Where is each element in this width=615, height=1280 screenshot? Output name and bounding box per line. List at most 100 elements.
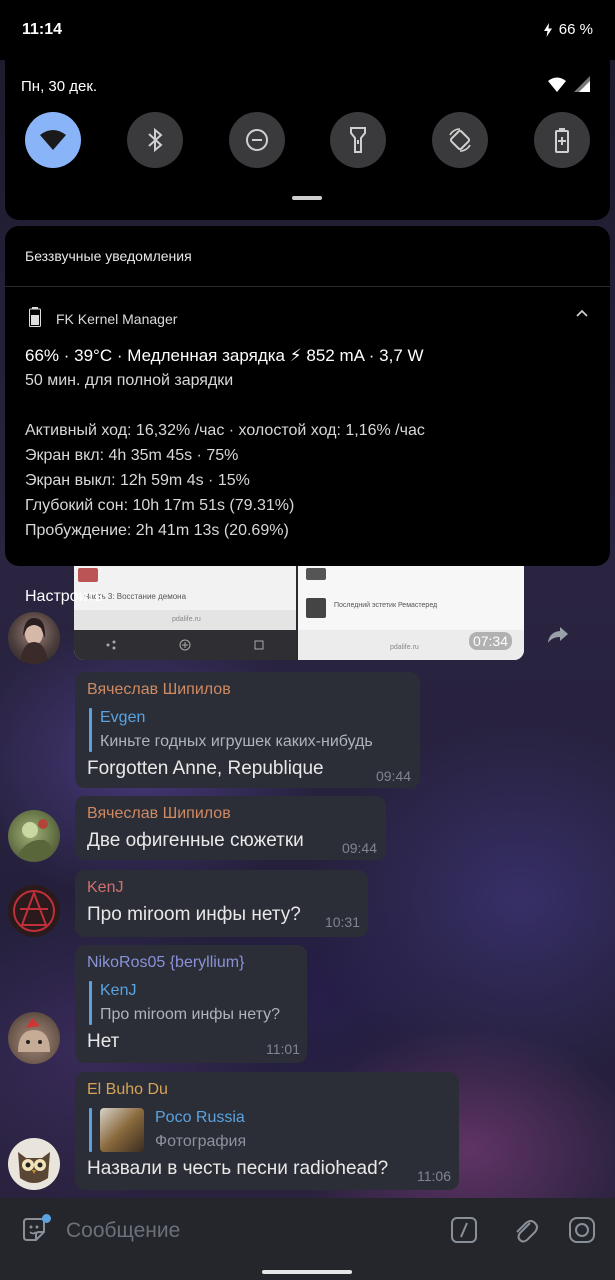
preview-caption: pdalife.ru <box>172 616 201 623</box>
bluetooth-icon <box>148 128 163 152</box>
reply-text[interactable]: Киньте годных игрушек каких-нибудь <box>100 733 373 751</box>
wifi-signal-icon <box>548 77 566 92</box>
auto-rotate-icon <box>449 128 471 152</box>
message-text: Про miroom инфы нету? <box>87 904 301 925</box>
notification-line: Экран вкл: 4h 35m 45s · 75% <box>25 447 239 464</box>
qs-drag-handle[interactable] <box>292 196 322 200</box>
reply-text[interactable]: Про miroom инфы нету? <box>100 1006 280 1024</box>
message-time: 09:44 <box>341 840 377 856</box>
forward-icon[interactable] <box>547 626 569 644</box>
camera-icon[interactable] <box>568 1216 596 1244</box>
sender-name[interactable]: Вячеслав Шипилов <box>87 805 231 823</box>
message-input[interactable]: Сообщение <box>66 1219 180 1243</box>
tabs-small-icon <box>254 640 264 650</box>
message-text: Forgotten Anne, Republique <box>87 758 324 779</box>
auto-rotate-tile[interactable] <box>432 112 489 168</box>
message-time: 07:34 <box>468 632 512 650</box>
notification-divider <box>5 286 610 287</box>
collapse-chevron-icon[interactable] <box>576 309 588 317</box>
avatar[interactable] <box>8 612 60 664</box>
message-text: Назвали в честь песни radiohead? <box>87 1158 389 1179</box>
avatar[interactable] <box>8 1012 60 1064</box>
message-bubble[interactable]: Вячеслав Шипилов Evgen Киньте годных игр… <box>75 672 420 788</box>
dnd-icon <box>245 129 268 151</box>
message-text: Нет <box>87 1031 120 1052</box>
attach-icon[interactable] <box>512 1215 538 1245</box>
message-time: 10:31 <box>324 914 360 930</box>
qs-date[interactable]: Пн, 30 дек. <box>21 78 97 95</box>
preview-post-text: Последний эстетик Ремастеред <box>334 602 438 609</box>
reply-photo-thumbnail[interactable] <box>100 1108 144 1152</box>
avatar-image-icon <box>16 819 53 860</box>
avatar-image-icon <box>20 618 48 664</box>
home-gesture-handle[interactable] <box>262 1270 352 1274</box>
sticker-badge <box>42 1214 51 1223</box>
message-time: 11:01 <box>266 1041 300 1057</box>
preview-left-screenshot: Часть 3: Восстание демона pdalife.ru <box>74 566 296 660</box>
add-small-icon <box>179 639 191 651</box>
qs-tiles <box>25 112 590 168</box>
notification-line: Экран выкл: 12h 59m 4s · 15% <box>25 472 250 489</box>
reply-sender-name[interactable]: Poco Russia <box>155 1109 245 1127</box>
customize-link[interactable]: Настроить <box>25 588 103 606</box>
preview-caption: pdalife.ru <box>390 644 419 651</box>
wifi-tile[interactable] <box>25 112 81 168</box>
reply-bar <box>89 708 92 752</box>
notification-title: 66% · 39°C · Медленная зарядка ⚡ 852 mA … <box>25 346 424 365</box>
status-bar: 11:14 66 % <box>0 0 615 60</box>
battery-saver-tile[interactable] <box>533 112 590 168</box>
message-input-bar: Сообщение <box>0 1198 615 1262</box>
message-time: 09:44 <box>375 768 411 784</box>
battery-icon <box>574 76 590 92</box>
reply-sender-name[interactable]: KenJ <box>100 982 136 1000</box>
status-time: 11:14 <box>22 21 63 38</box>
notification-line: Пробуждение: 2h 41m 13s (20.69%) <box>25 522 289 539</box>
silent-notifications-title: Беззвучные уведомления <box>25 248 192 264</box>
avatar[interactable] <box>8 1138 60 1190</box>
sender-name[interactable]: El Buho Du <box>87 1081 168 1099</box>
preview-thumb <box>306 568 326 580</box>
wifi-icon <box>40 130 66 150</box>
message-time: 11:06 <box>417 1168 451 1184</box>
reply-bar <box>89 981 92 1025</box>
avatar-logo-icon <box>13 890 55 932</box>
charging-icon <box>543 22 552 37</box>
reply-bar <box>89 1108 92 1152</box>
reply-sender-name[interactable]: Evgen <box>100 709 145 727</box>
message-bubble[interactable]: Вячеслав Шипилов Две офигенные сюжетки 0… <box>75 796 386 860</box>
flashlight-icon <box>350 127 367 153</box>
shared-media-preview[interactable]: Часть 3: Восстание демона pdalife.ru Пос… <box>74 566 524 660</box>
status-right: 66 % <box>543 21 593 38</box>
message-bubble[interactable]: El Buho Du Poco Russia Фотография Назвал… <box>75 1072 459 1190</box>
avatar[interactable] <box>8 885 60 937</box>
battery-saver-icon <box>554 128 569 153</box>
share-small-icon <box>106 640 116 650</box>
preview-navbar <box>74 630 296 660</box>
message-bubble[interactable]: KenJ Про miroom инфы нету? 10:31 <box>75 870 368 937</box>
message-text: Две офигенные сюжетки <box>87 830 304 851</box>
preview-thumb <box>306 598 326 618</box>
system-nav-bar <box>0 1262 615 1280</box>
sender-name[interactable]: KenJ <box>87 879 123 897</box>
preview-thumb <box>78 568 98 582</box>
message-bubble[interactable]: NikoRos05 {beryllium} KenJ Про miroom ин… <box>75 945 307 1063</box>
battery-percentage: 66 % <box>558 21 593 38</box>
notification-line: Активный ход: 16,32% /час · холостой ход… <box>25 422 425 439</box>
quick-settings-panel: Пн, 30 дек. <box>5 60 610 220</box>
notification-card[interactable]: Беззвучные уведомления FK Kernel Manager… <box>5 226 610 566</box>
flashlight-tile[interactable] <box>330 112 387 168</box>
dnd-tile[interactable] <box>228 112 285 168</box>
bluetooth-tile[interactable] <box>126 112 183 168</box>
notification-subtitle: 50 мин. для полной зарядки <box>25 372 234 389</box>
reply-text[interactable]: Фотография <box>155 1133 246 1151</box>
sender-name[interactable]: Вячеслав Шипилов <box>87 681 231 699</box>
sender-name[interactable]: NikoRos05 {beryllium} <box>87 954 244 972</box>
avatar-image-icon <box>18 1018 50 1052</box>
notification-app-name: FK Kernel Manager <box>56 311 178 327</box>
command-icon[interactable] <box>450 1216 478 1244</box>
avatar-owl-icon <box>18 1152 50 1183</box>
avatar[interactable] <box>8 810 60 862</box>
notification-line: Глубокий сон: 10h 17m 51s (79.31%) <box>25 497 295 514</box>
qs-status-icons <box>548 76 590 92</box>
battery-app-icon <box>29 307 41 327</box>
